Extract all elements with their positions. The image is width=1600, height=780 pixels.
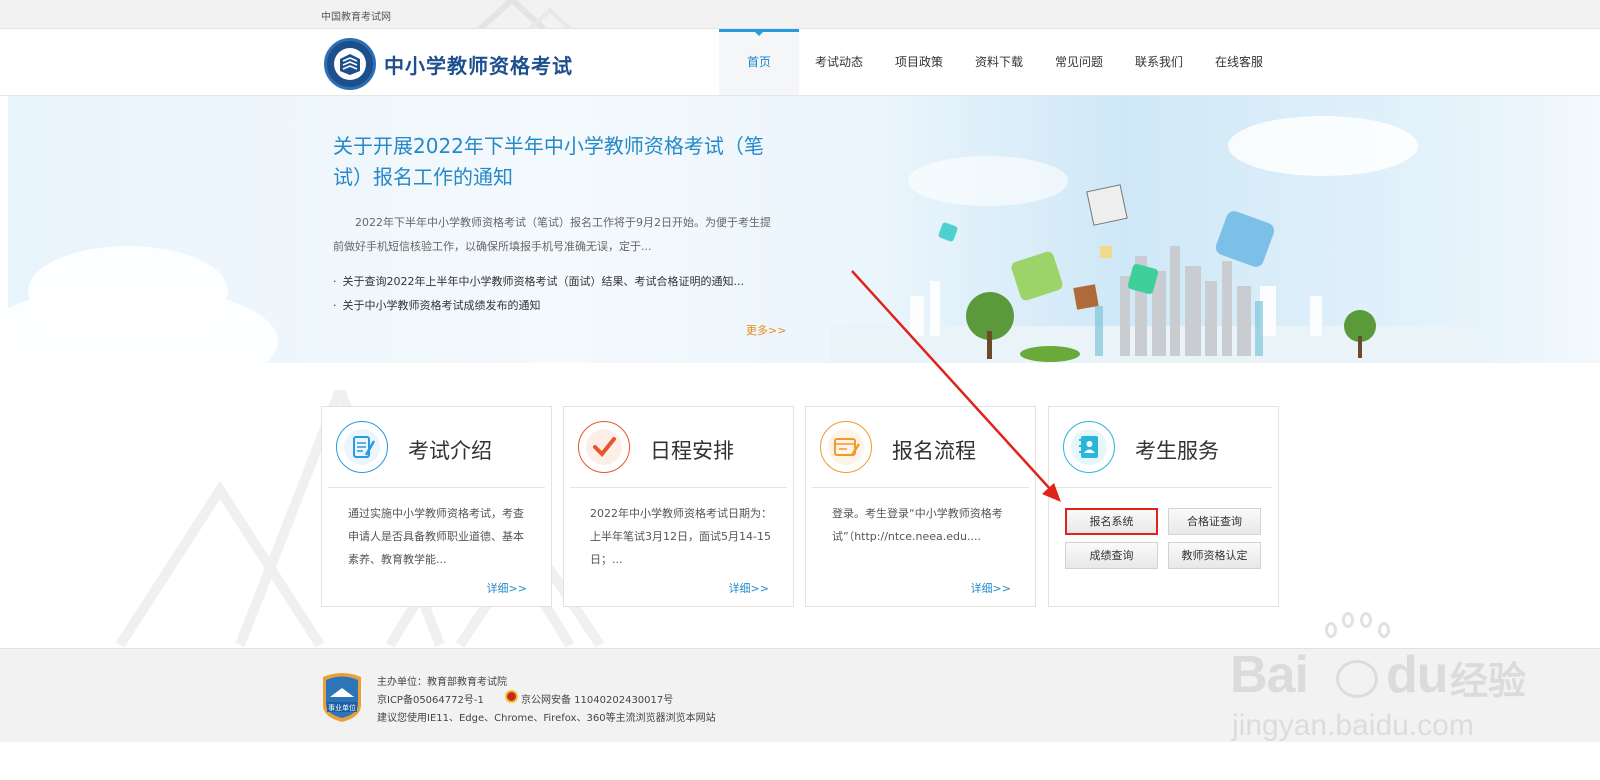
paw-icon	[1336, 660, 1378, 698]
card-detail-link[interactable]: 详细>>	[971, 580, 1011, 596]
card-title[interactable]: 日程安排	[650, 435, 734, 465]
form-pencil-icon	[820, 421, 872, 473]
divider	[812, 487, 1029, 488]
nav-online-support[interactable]: 在线客服	[1199, 29, 1279, 95]
icp-link[interactable]: 京ICP备05064772号-1	[377, 691, 484, 706]
card-title[interactable]: 考试介绍	[408, 435, 492, 465]
police-emblem-icon	[505, 690, 518, 703]
logo-emblem-icon[interactable]	[324, 38, 376, 90]
card-title[interactable]: 考生服务	[1135, 435, 1219, 465]
teacher-certification-button[interactable]: 教师资格认定	[1168, 542, 1261, 569]
certificate-query-button[interactable]: 合格证查询	[1168, 508, 1261, 535]
divider	[1055, 487, 1272, 488]
news-item[interactable]: 关于查询2022年上半年中小学教师资格考试（面试）结果、考试合格证明的通知...	[333, 270, 793, 294]
public-institution-badge-icon[interactable]: 事业单位	[321, 671, 363, 723]
browser-tip: 建议您使用IE11、Edge、Chrome、Firefox、360等主流浏览器浏…	[377, 713, 716, 724]
document-edit-icon	[336, 421, 388, 473]
contact-book-icon	[1063, 421, 1115, 473]
news-item[interactable]: 关于中小学教师资格考试成绩发布的通知	[333, 294, 793, 318]
nav-policy[interactable]: 项目政策	[879, 29, 959, 95]
nav-home[interactable]: 首页	[719, 29, 799, 95]
card-description: 2022年中小学教师资格考试日期为：上半年笔试3月12日，面试5月14-15日；…	[590, 507, 772, 566]
nav-downloads[interactable]: 资料下载	[959, 29, 1039, 95]
card-title[interactable]: 报名流程	[892, 435, 976, 465]
nav-exam-news[interactable]: 考试动态	[799, 29, 879, 95]
news-list: 关于查询2022年上半年中小学教师资格考试（面试）结果、考试合格证明的通知...…	[333, 270, 793, 318]
registration-system-button[interactable]: 报名系统	[1065, 508, 1158, 535]
main-nav: 首页 考试动态 项目政策 资料下载 常见问题 联系我们 在线客服	[719, 29, 1279, 95]
divider	[328, 487, 545, 488]
police-record-link[interactable]: 京公网安备 11040202430017号	[521, 691, 673, 706]
nav-faq[interactable]: 常见问题	[1039, 29, 1119, 95]
card-description: 登录。考生登录“中小学教师资格考试”（http://ntce.neea.edu.…	[832, 507, 1003, 543]
card-detail-link[interactable]: 详细>>	[729, 580, 769, 596]
card-candidate-services: 考生服务	[1048, 406, 1279, 607]
banner-summary: 2022年下半年中小学教师资格考试（笔试）报名工作将于9月2日开始。为便于考生提…	[333, 216, 771, 253]
top-strip: 中国教育考试网	[0, 0, 1600, 29]
organizer-text: 主办单位：教育部教育考试院	[377, 677, 507, 688]
more-news-link[interactable]: 更多>>	[746, 322, 786, 338]
card-schedule: 日程安排 2022年中小学教师资格考试日期为：上半年笔试3月12日，面试5月14…	[563, 406, 794, 607]
banner-headline-link[interactable]: 关于开展2022年下半年中小学教师资格考试（笔试）报名工作的通知	[333, 131, 793, 193]
svg-text:事业单位: 事业单位	[328, 703, 356, 712]
decorative-triangles	[477, 0, 572, 29]
card-registration-process: 报名流程 登录。考生登录“中小学教师资格考试”（http://ntce.neea…	[805, 406, 1036, 607]
card-exam-intro: 考试介绍 通过实施中小学教师资格考试，考查申请人是否具备教师职业道德、基本素养、…	[321, 406, 552, 607]
divider	[570, 487, 787, 488]
card-description: 通过实施中小学教师资格考试，考查申请人是否具备教师职业道德、基本素养、教育教学能…	[348, 507, 524, 566]
checkmark-icon	[578, 421, 630, 473]
nav-contact[interactable]: 联系我们	[1119, 29, 1199, 95]
site-title[interactable]: 中小学教师资格考试	[384, 50, 573, 79]
card-detail-link[interactable]: 详细>>	[487, 580, 527, 596]
score-query-button[interactable]: 成绩查询	[1065, 542, 1158, 569]
city-skyline-illustration	[830, 184, 1480, 363]
site-name-link[interactable]: 中国教育考试网	[321, 8, 391, 23]
